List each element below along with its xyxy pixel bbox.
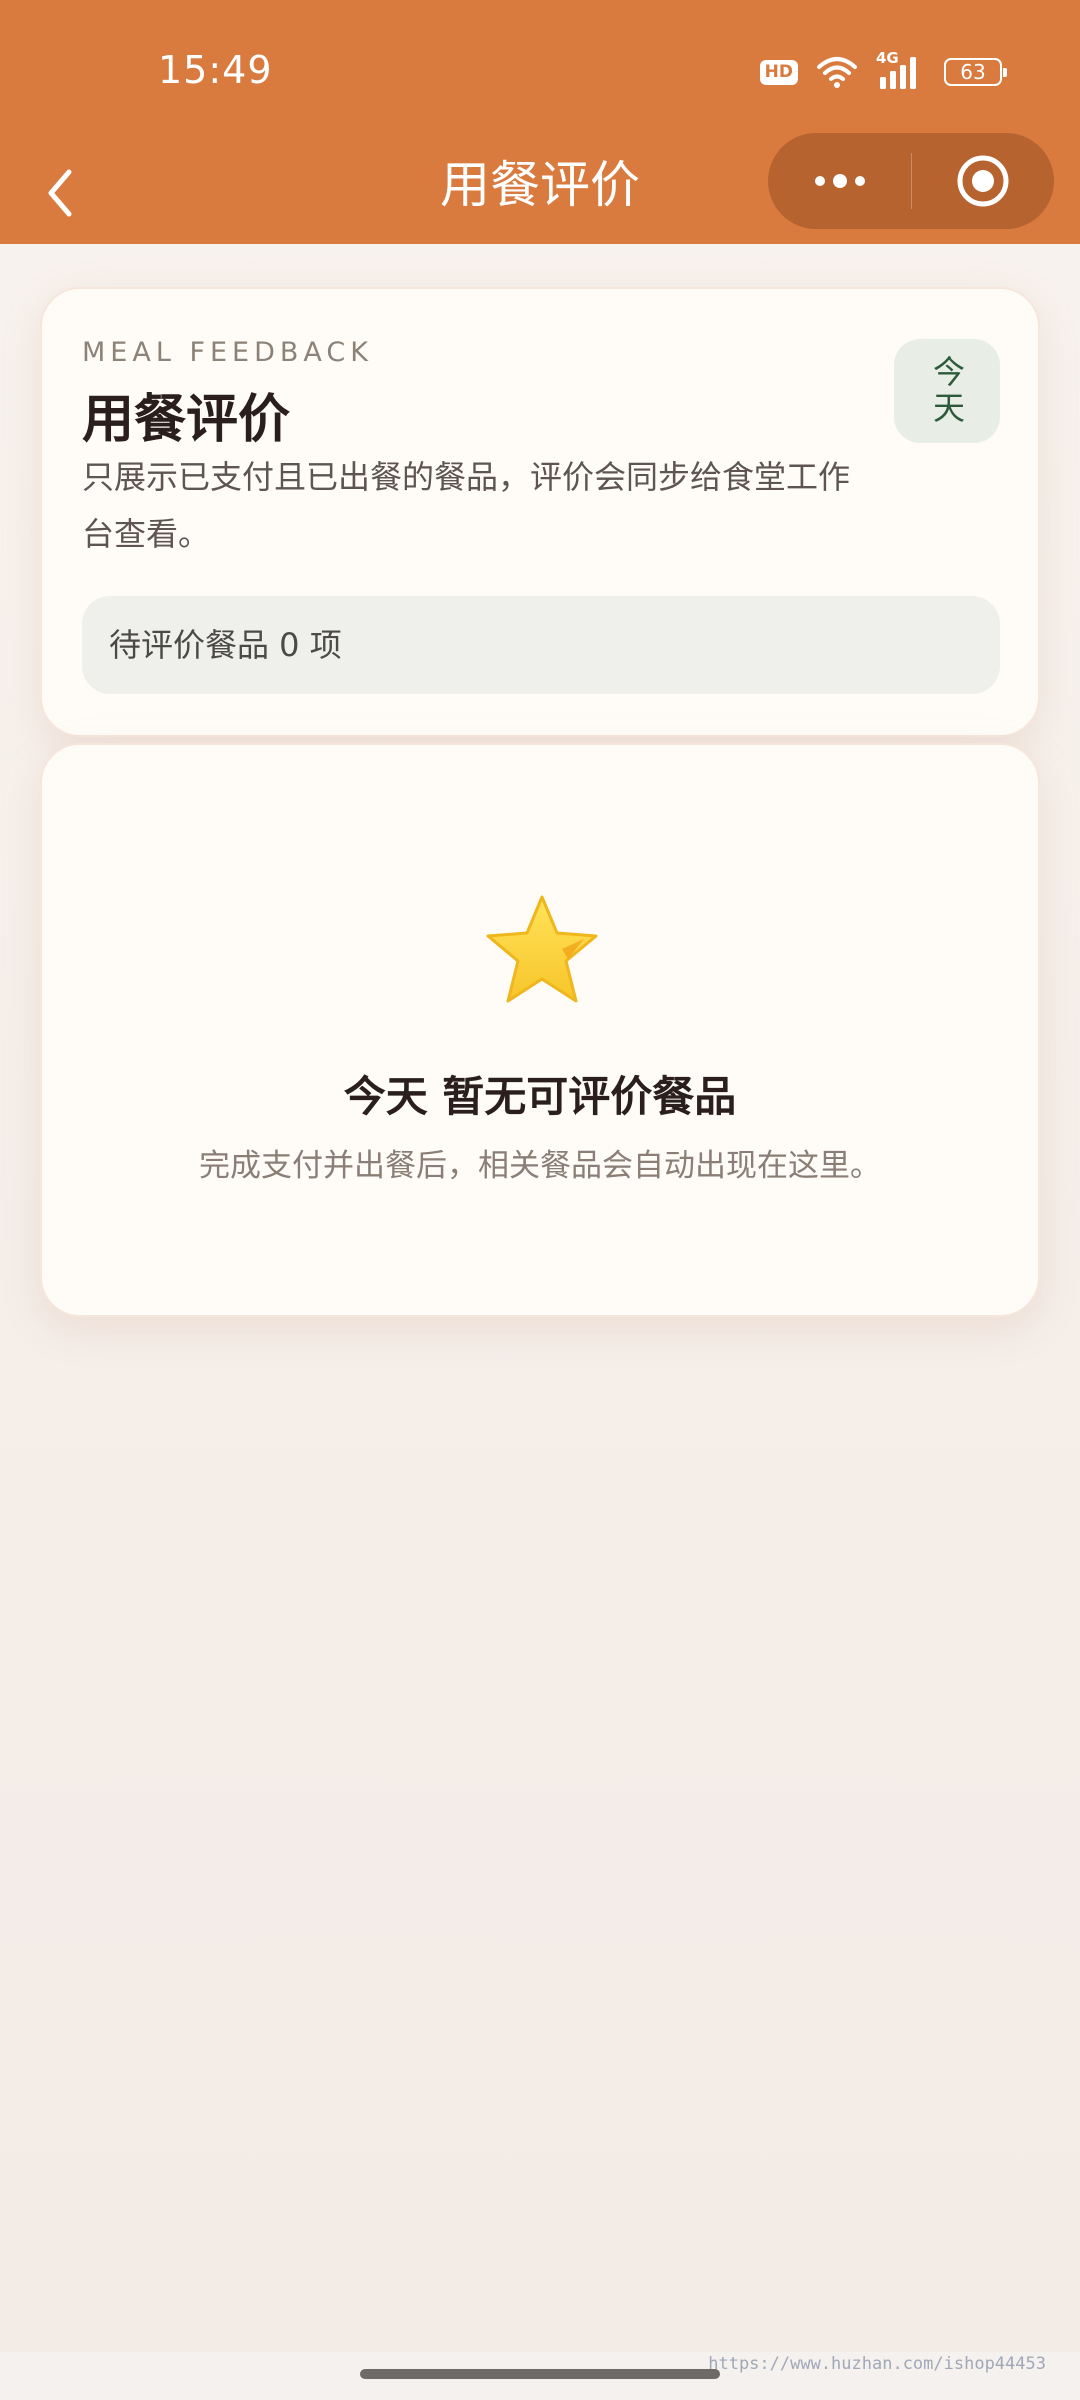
home-indicator[interactable]	[360, 2369, 720, 2379]
status-time: 15:49	[158, 48, 273, 92]
summary-card: MEAL FEEDBACK 用餐评价 只展示已支付且已出餐的餐品，评价会同步给食…	[40, 287, 1040, 737]
battery-icon: 63	[944, 58, 1007, 86]
summary-title: 用餐评价	[82, 390, 291, 450]
target-close-icon	[957, 155, 1008, 207]
star-icon	[486, 895, 598, 1003]
more-button[interactable]	[768, 133, 911, 229]
empty-state-card: 今天 暂无可评价餐品 完成支付并出餐后，相关餐品会自动出现在这里。	[40, 743, 1040, 1317]
eyebrow-label: MEAL FEEDBACK	[82, 337, 373, 368]
more-dots-icon	[814, 174, 865, 188]
empty-state-title: 今天 暂无可评价餐品	[343, 1072, 737, 1121]
battery-level: 63	[960, 60, 986, 84]
close-button[interactable]	[911, 133, 1054, 229]
summary-description: 只展示已支付且已出餐的餐品，评价会同步给食堂工作台查看。	[82, 458, 851, 553]
signal-icon: 4G	[876, 49, 926, 91]
mini-program-capsule	[768, 133, 1054, 229]
hd-icon: HD	[759, 59, 798, 85]
date-chip[interactable]: 今天	[894, 339, 1000, 443]
wifi-icon	[817, 57, 857, 88]
nav-bar: 用餐评价	[0, 133, 1080, 244]
pending-count: 待评价餐品 0 项	[82, 596, 1000, 694]
empty-state-subtitle: 完成支付并出餐后，相关餐品会自动出现在这里。	[199, 1148, 881, 1184]
watermark: https://www.huzhan.com/ishop44453	[708, 2354, 1046, 2374]
status-icons: HD 4G 63	[759, 49, 1007, 92]
status-bar: 15:49 HD 4G 63	[0, 0, 1080, 143]
